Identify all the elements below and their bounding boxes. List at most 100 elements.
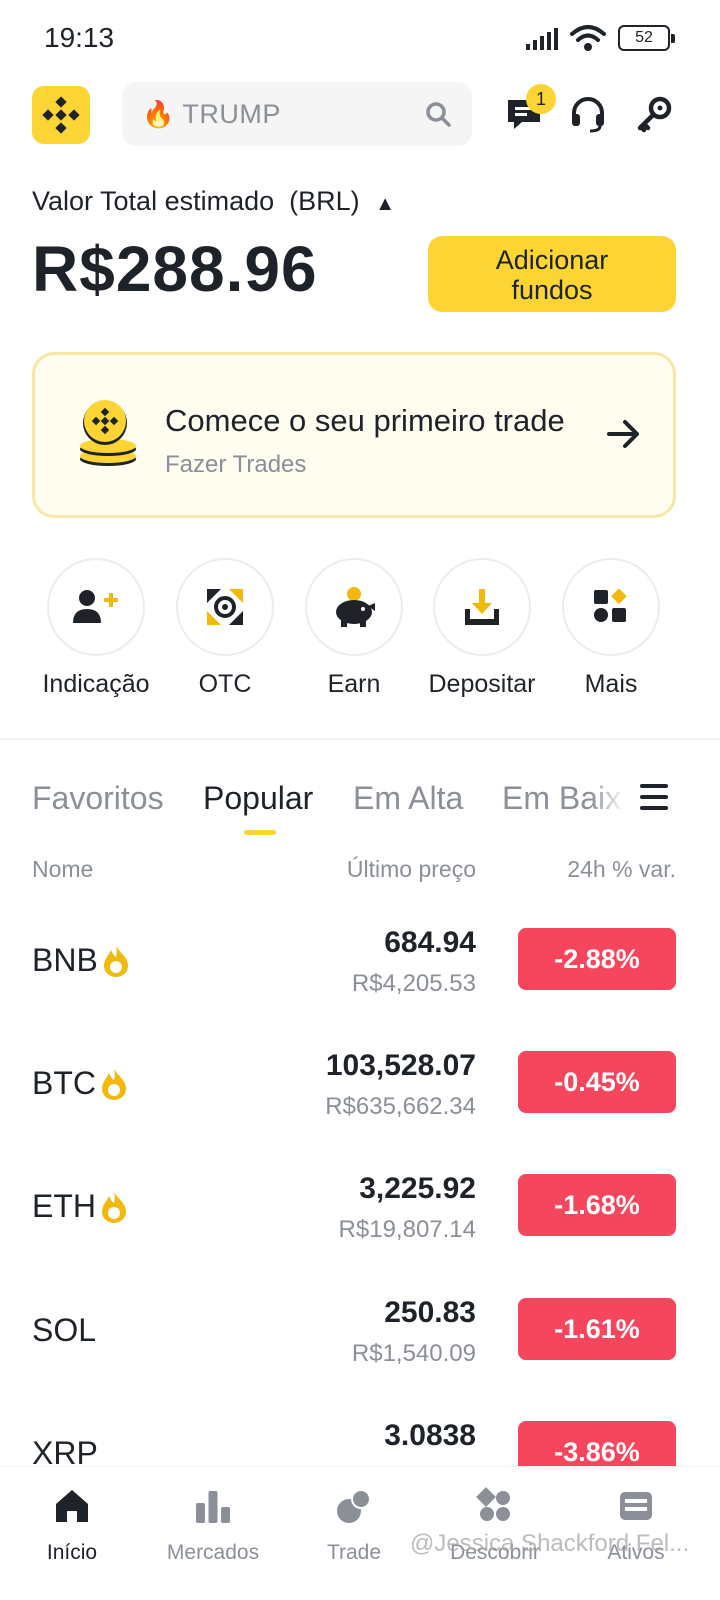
piggy-bank-icon <box>336 587 375 627</box>
market-row-eth[interactable]: ETH 3,225.92 R$19,807.14 -1.68% <box>0 1172 720 1292</box>
market-symbol: ETH <box>32 1188 128 1225</box>
fire-icon: 🔥 <box>142 98 175 129</box>
deposit-icon <box>465 589 499 625</box>
action-otc[interactable]: OTC <box>160 558 290 699</box>
change-badge: -1.61% <box>518 1298 676 1360</box>
balance-currency: (BRL) <box>289 186 360 216</box>
action-circle <box>47 558 145 656</box>
key-icon <box>637 96 672 133</box>
active-tab-indicator <box>244 830 276 835</box>
market-row-sol[interactable]: SOL 250.83 R$1,540.09 -1.61% <box>0 1296 720 1416</box>
tab-favoritos[interactable]: Favoritos <box>32 780 164 817</box>
price-brl: R$1,540.09 <box>351 1340 476 1367</box>
support-button[interactable] <box>566 92 610 136</box>
balance-label-text: Valor Total estimado <box>32 186 275 216</box>
nav-mercados[interactable]: Mercados <box>141 1485 285 1565</box>
nav-trade[interactable]: Trade <box>282 1485 426 1565</box>
add-funds-line1: Adicionar <box>495 245 609 275</box>
add-funds-line2: fundos <box>511 275 593 305</box>
symbol-text: ETH <box>32 1188 96 1224</box>
market-row-btc[interactable]: BTC 103,528.07 R$635,662.34 -0.45% <box>0 1049 720 1169</box>
price-usd: 684.94 <box>384 926 476 959</box>
hot-flame-icon <box>102 1191 126 1223</box>
headset-icon <box>572 97 604 133</box>
symbol-text: SOL <box>32 1312 97 1348</box>
trade-icon <box>337 1489 371 1523</box>
top-header: 🔥 TRUMP 1 <box>0 80 720 150</box>
hot-flame-icon <box>103 945 128 977</box>
first-trade-card[interactable]: Comece o seu primeiro trade Fazer Trades <box>32 352 676 518</box>
more-grid-icon <box>594 588 627 622</box>
chat-button[interactable]: 1 <box>502 84 556 136</box>
column-last-price[interactable]: Último preço <box>347 856 476 883</box>
add-user-icon <box>73 590 118 623</box>
action-earn[interactable]: Earn <box>289 558 419 699</box>
add-funds-button[interactable]: Adicionar fundos <box>428 236 676 312</box>
balance-label[interactable]: Valor Total estimado (BRL) ▲ <box>32 186 395 217</box>
change-badge: -2.88% <box>518 928 676 990</box>
chevron-up-icon: ▲ <box>375 193 395 215</box>
watermark-text: @Jessica Shackford Fel... <box>410 1530 690 1557</box>
market-symbol: SOL <box>32 1312 96 1349</box>
search-icon[interactable] <box>424 100 452 128</box>
market-row-bnb[interactable]: BNB 684.94 R$4,205.53 -2.88% <box>0 926 720 1046</box>
wifi-icon <box>570 25 606 51</box>
action-label: OTC <box>198 670 252 698</box>
symbol-text: BNB <box>32 942 98 978</box>
action-label: Indicação <box>42 670 150 698</box>
action-circle <box>433 558 531 656</box>
action-circle <box>176 558 274 656</box>
home-icon <box>56 1490 88 1522</box>
tab-fade <box>590 780 626 824</box>
promo-subtitle: Fazer Trades <box>165 451 307 478</box>
price-usd: 3.0838 <box>384 1419 476 1452</box>
action-depositar[interactable]: Depositar <box>417 558 547 699</box>
otc-icon <box>207 589 243 625</box>
hot-flame-icon <box>102 1068 126 1100</box>
action-circle <box>562 558 660 656</box>
action-mais[interactable]: Mais <box>546 558 676 699</box>
change-badge: -0.45% <box>518 1051 676 1113</box>
price-brl: R$4,205.53 <box>351 970 476 997</box>
tab-popular[interactable]: Popular <box>203 780 313 817</box>
nav-label: Início <box>46 1541 98 1564</box>
price-usd: 103,528.07 <box>325 1049 476 1082</box>
action-indicacao[interactable]: Indicação <box>31 558 161 699</box>
status-time: 19:13 <box>44 22 115 53</box>
section-divider <box>0 738 720 740</box>
binance-logo-icon[interactable] <box>32 86 90 144</box>
arrow-right-icon <box>607 420 639 448</box>
discover-icon <box>476 1487 510 1521</box>
notification-badge: 1 <box>526 84 556 114</box>
price-usd: 3,225.92 <box>359 1172 476 1205</box>
coin-stack-icon <box>80 400 136 466</box>
column-name[interactable]: Nome <box>32 856 93 883</box>
markets-icon <box>196 1491 230 1523</box>
market-symbol: BNB <box>32 942 130 979</box>
tab-em-alta[interactable]: Em Alta <box>353 780 463 817</box>
action-label: Depositar <box>428 670 536 698</box>
nav-label: Mercados <box>166 1541 260 1564</box>
battery-icon: 52 <box>618 25 675 51</box>
status-icons: 52 <box>526 24 675 52</box>
key-button[interactable] <box>632 92 676 136</box>
column-change[interactable]: 24h % var. <box>567 856 676 883</box>
change-badge: -1.68% <box>518 1174 676 1236</box>
action-circle <box>305 558 403 656</box>
action-label: Earn <box>327 670 381 698</box>
signal-icon <box>526 26 558 50</box>
wallet-icon <box>620 1492 652 1520</box>
search-bar[interactable]: 🔥 TRUMP <box>122 82 472 146</box>
market-tabs: Favoritos Popular Em Alta Em Baix <box>0 780 720 840</box>
action-label: Mais <box>584 670 638 698</box>
promo-title: Comece o seu primeiro trade <box>165 403 565 438</box>
nav-inicio[interactable]: Início <box>0 1485 144 1565</box>
market-symbol: BTC <box>32 1065 128 1102</box>
status-bar: 19:13 52 <box>0 0 720 80</box>
search-text: TRUMP <box>182 98 281 129</box>
symbol-text: BTC <box>32 1065 96 1101</box>
nav-label: Trade <box>326 1541 382 1564</box>
price-brl: R$635,662.34 <box>325 1093 476 1120</box>
price-usd: 250.83 <box>384 1296 476 1329</box>
menu-icon[interactable] <box>640 784 668 817</box>
